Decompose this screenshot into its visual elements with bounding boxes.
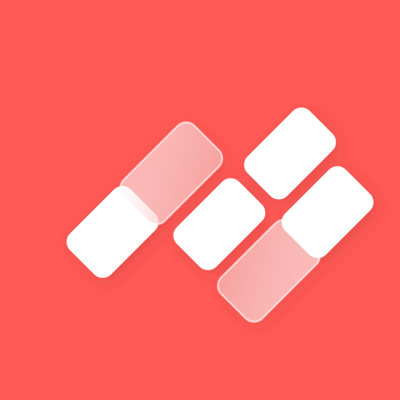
app-icon-canvas (0, 0, 400, 400)
app-logo-icon (0, 0, 400, 400)
